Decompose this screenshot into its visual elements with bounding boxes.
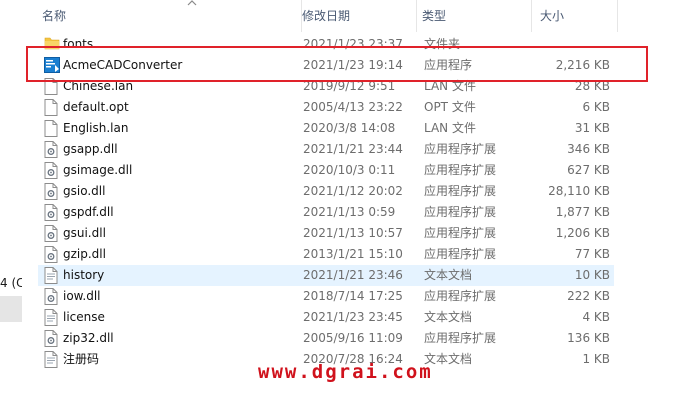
file-icon	[44, 78, 60, 95]
file-modified-date: 2020/3/8 14:08	[303, 121, 396, 135]
file-name: gsui.dll	[63, 226, 106, 240]
file-row[interactable]: gsio.dll 2021/1/12 20:02 应用程序扩展 28,110 K…	[38, 181, 614, 202]
file-modified-date: 2005/4/13 23:22	[303, 100, 403, 114]
column-date-label: 修改日期	[302, 9, 351, 23]
file-size: 1 KB	[582, 352, 610, 366]
file-size: 1,877 KB	[555, 205, 610, 219]
column-size-label: 大小	[540, 9, 565, 23]
application-icon	[44, 57, 60, 74]
column-header: 名称 修改日期 类型 大小	[22, 0, 686, 32]
file-size: 31 KB	[574, 121, 610, 135]
file-modified-date: 2018/7/14 17:25	[303, 289, 403, 303]
dll-icon	[44, 162, 60, 179]
file-size: 77 KB	[574, 247, 610, 261]
file-row[interactable]: default.opt 2005/4/13 23:22 OPT 文件 6 KB	[38, 97, 614, 118]
file-size: 28 KB	[574, 79, 610, 93]
file-name: license	[63, 310, 105, 324]
file-icon	[44, 120, 60, 137]
dll-icon	[44, 330, 60, 347]
file-row[interactable]: AcmeCADConverter 2021/1/23 19:14 应用程序 2,…	[38, 55, 614, 76]
text-file-icon	[44, 267, 60, 284]
file-size: 10 KB	[574, 268, 610, 282]
text-file-icon	[44, 309, 60, 326]
file-row[interactable]: gsapp.dll 2021/1/21 23:44 应用程序扩展 346 KB	[38, 139, 614, 160]
file-size: 6 KB	[582, 100, 610, 114]
file-modified-date: 2005/9/16 11:09	[303, 331, 403, 345]
file-name: history	[63, 268, 105, 282]
file-size: 346 KB	[567, 142, 610, 156]
file-modified-date: 2021/1/13 0:59	[303, 205, 396, 219]
file-modified-date: 2021/1/13 10:57	[303, 226, 403, 240]
file-name: gsimage.dll	[63, 163, 133, 177]
file-modified-date: 2021/1/21 23:46	[303, 268, 403, 282]
file-row[interactable]: gsimage.dll 2020/10/3 0:11 应用程序扩展 627 KB	[38, 160, 614, 181]
dll-icon	[44, 204, 60, 221]
file-modified-date: 2021/1/23 19:14	[303, 58, 403, 72]
file-name: gzip.dll	[63, 247, 106, 261]
navigation-pane: 4 (C	[0, 0, 22, 409]
file-name: iow.dll	[63, 289, 101, 303]
column-header-size[interactable]: 大小	[530, 0, 618, 32]
file-modified-date: 2013/1/21 15:10	[303, 247, 403, 261]
file-row[interactable]: fonts 2021/1/23 23:37 文件夹	[38, 34, 614, 55]
file-name: English.lan	[63, 121, 129, 135]
file-modified-date: 2021/1/23 23:45	[303, 310, 403, 324]
file-row[interactable]: gspdf.dll 2021/1/13 0:59 应用程序扩展 1,877 KB	[38, 202, 614, 223]
file-row[interactable]: gzip.dll 2013/1/21 15:10 应用程序扩展 77 KB	[38, 244, 614, 265]
file-size	[518, 34, 610, 55]
column-name-label: 名称	[42, 9, 67, 23]
column-type-label: 类型	[422, 9, 447, 23]
dll-icon	[44, 225, 60, 242]
file-row[interactable]: English.lan 2020/3/8 14:08 LAN 文件 31 KB	[38, 118, 614, 139]
file-size: 136 KB	[567, 331, 610, 345]
file-size: 1,206 KB	[555, 226, 610, 240]
nav-drive-label[interactable]: 4 (C	[0, 276, 22, 294]
file-name: zip32.dll	[63, 331, 114, 345]
file-modified-date: 2021/1/12 20:02	[303, 184, 403, 198]
dll-icon	[44, 246, 60, 263]
column-header-date[interactable]: 修改日期	[292, 0, 417, 32]
dll-icon	[44, 141, 60, 158]
watermark: www.dgrai.com	[258, 361, 433, 383]
file-size: 2,216 KB	[555, 58, 610, 72]
file-modified-date: 2021/1/21 23:44	[303, 142, 403, 156]
file-size: 222 KB	[567, 289, 610, 303]
file-row[interactable]: license 2021/1/23 23:45 文本文档 4 KB	[38, 307, 614, 328]
column-header-name[interactable]: 名称	[32, 0, 302, 32]
sort-ascending-icon	[187, 0, 197, 6]
file-name: gsio.dll	[63, 184, 106, 198]
dll-icon	[44, 183, 60, 200]
file-name: AcmeCADConverter	[63, 58, 183, 72]
file-size: 627 KB	[567, 163, 610, 177]
file-row[interactable]: Chinese.lan 2019/9/12 9:51 LAN 文件 28 KB	[38, 76, 614, 97]
file-modified-date: 2019/9/12 9:51	[303, 79, 396, 93]
file-size: 28,110 KB	[548, 184, 610, 198]
text-file-icon	[44, 351, 60, 368]
file-name: fonts	[63, 37, 94, 51]
file-name: gsapp.dll	[63, 142, 118, 156]
file-size: 4 KB	[582, 310, 610, 324]
folder-icon	[44, 36, 60, 53]
file-modified-date: 2020/10/3 0:11	[303, 163, 396, 177]
file-name: gspdf.dll	[63, 205, 114, 219]
dll-icon	[44, 288, 60, 305]
nav-selected-item[interactable]	[0, 296, 22, 322]
file-row[interactable]: iow.dll 2018/7/14 17:25 应用程序扩展 222 KB	[38, 286, 614, 307]
file-row[interactable]: zip32.dll 2005/9/16 11:09 应用程序扩展 136 KB	[38, 328, 614, 349]
column-header-type[interactable]: 类型	[412, 0, 532, 32]
file-row[interactable]: gsui.dll 2021/1/13 10:57 应用程序扩展 1,206 KB	[38, 223, 614, 244]
file-name: default.opt	[63, 100, 129, 114]
file-modified-date: 2021/1/23 23:37	[303, 37, 403, 51]
file-row[interactable]: history 2021/1/21 23:46 文本文档 10 KB	[38, 265, 614, 286]
file-icon	[44, 99, 60, 116]
file-name: Chinese.lan	[63, 79, 134, 93]
